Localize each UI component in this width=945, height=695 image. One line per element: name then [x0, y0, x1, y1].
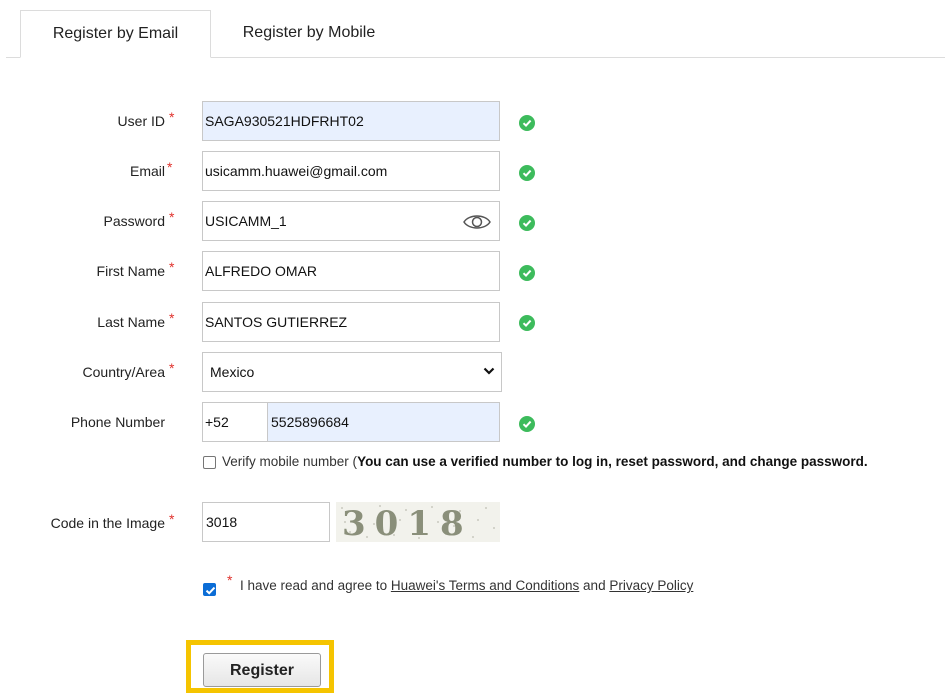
captcha-text: 3018	[342, 504, 473, 542]
valid-check-icon	[519, 265, 535, 281]
valid-check-icon	[519, 416, 535, 432]
email-input[interactable]: usicamm.huawei@gmail.com	[202, 151, 500, 191]
valid-check-icon	[519, 165, 535, 181]
country-select[interactable]: Mexico	[202, 352, 502, 392]
agree-terms-text: I have read and agree to Huawei's Terms …	[240, 578, 693, 594]
phone-number-input[interactable]: 5525896684	[267, 402, 500, 442]
required-mark: *	[169, 109, 175, 125]
required-mark: *	[169, 360, 175, 376]
verify-mobile-note: You can use a verified number to log in,…	[357, 454, 868, 469]
privacy-policy-link[interactable]: Privacy Policy	[609, 578, 693, 593]
required-mark: *	[169, 209, 175, 225]
chevron-down-icon	[483, 367, 495, 375]
valid-check-icon	[519, 315, 535, 331]
register-button[interactable]: Register	[203, 653, 321, 687]
last-name-input[interactable]: SANTOS GUTIERREZ	[202, 302, 500, 342]
user-id-input[interactable]: SAGA930521HDFRHT02	[202, 101, 500, 141]
verify-mobile-text: Verify mobile number (You can use a veri…	[222, 454, 868, 470]
valid-check-icon	[519, 215, 535, 231]
required-mark: *	[167, 159, 173, 175]
tab-register-by-mobile[interactable]: Register by Mobile	[211, 10, 407, 58]
first-name-input[interactable]: ALFREDO OMAR	[202, 251, 500, 291]
phone-code-select[interactable]: +52	[202, 402, 268, 442]
required-mark: *	[227, 572, 233, 588]
required-mark: *	[169, 310, 175, 326]
captcha-label: Code in the Image	[50, 515, 165, 531]
phone-label: Phone Number	[70, 414, 165, 430]
eye-icon[interactable]	[462, 211, 492, 233]
required-mark: *	[169, 259, 175, 275]
country-label: Country/Area	[82, 364, 165, 380]
register-tabs: Register by Email Register by Mobile	[0, 0, 945, 58]
tab-register-by-email[interactable]: Register by Email	[20, 10, 211, 58]
agree-middle: and	[579, 578, 610, 593]
email-label: Email	[129, 163, 165, 179]
agree-terms-checkbox[interactable]	[203, 583, 216, 596]
captcha-input[interactable]: 3018	[202, 502, 330, 542]
last-name-label: Last Name	[97, 314, 165, 330]
user-id-label: User ID	[117, 113, 165, 129]
password-label: Password	[103, 213, 165, 229]
verify-mobile-label: Verify mobile number (	[222, 454, 358, 469]
valid-check-icon	[519, 115, 535, 131]
agree-prefix: I have read and agree to	[240, 578, 391, 593]
terms-link[interactable]: Huawei's Terms and Conditions	[391, 578, 579, 593]
first-name-label: First Name	[96, 263, 165, 279]
verify-mobile-checkbox[interactable]	[203, 456, 216, 469]
required-mark: *	[169, 511, 175, 527]
password-input[interactable]: USICAMM_1	[202, 201, 500, 241]
captcha-image[interactable]: 3018	[336, 502, 500, 542]
